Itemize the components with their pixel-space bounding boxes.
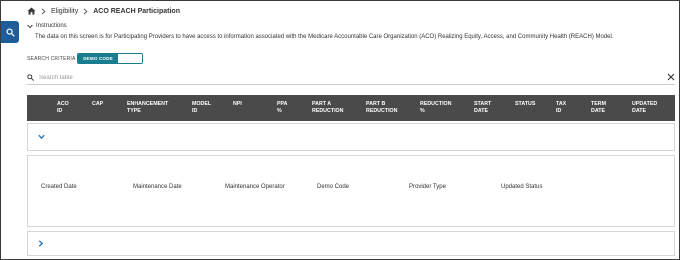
instructions-text: The data on this screen is for Participa…: [35, 34, 614, 40]
column-header-cap[interactable]: CAP: [92, 101, 103, 108]
column-header-updated-date[interactable]: UPDATED DATE: [632, 101, 657, 115]
detail-field-demo-code: Demo Code: [317, 184, 350, 190]
detail-field-maintenance-operator: Maintenance Operator: [225, 184, 285, 190]
column-header-term-date[interactable]: TERM DATE: [591, 101, 606, 115]
column-header-reduction-percent[interactable]: REDUCTION %: [420, 101, 452, 115]
column-header-part-a-reduction[interactable]: PART A REDUCTION: [312, 101, 344, 115]
instructions-label: Instructions: [36, 23, 67, 29]
search-icon: [27, 74, 34, 81]
home-icon[interactable]: [27, 7, 36, 15]
column-header-aco-id[interactable]: ACO ID: [57, 101, 69, 115]
detail-field-provider-type: Provider Type: [409, 184, 446, 190]
detail-field-created-date: Created Date: [41, 184, 77, 190]
column-header-npi[interactable]: NPI: [233, 101, 242, 108]
column-header-model-id[interactable]: MODEL ID: [192, 101, 211, 115]
breadcrumb: Eligibility ACO REACH Participation: [27, 5, 180, 17]
column-header-start-date[interactable]: START DATE: [474, 101, 491, 115]
chevron-right-icon: [83, 7, 88, 15]
demo-code-option[interactable]: DEMO CODE: [78, 54, 118, 63]
row-detail-panel: [27, 155, 675, 227]
detail-field-maintenance-date: Maintenance Date: [133, 184, 182, 190]
side-search-tab[interactable]: [1, 21, 19, 43]
table-header: ACO ID CAP ENHANCEMENT TYPE MODEL ID NPI…: [27, 95, 675, 121]
search-criteria-label: SEARCH CRITERIA: [27, 56, 76, 62]
search-input[interactable]: [39, 74, 539, 81]
chevron-right-icon: [41, 7, 46, 15]
chevron-down-icon[interactable]: [38, 134, 45, 140]
main-content: Eligibility ACO REACH Participation Inst…: [27, 1, 679, 259]
page-frame: Eligibility ACO REACH Participation Inst…: [0, 0, 680, 260]
column-header-part-b-reduction[interactable]: PART B REDUCTION: [366, 101, 398, 115]
column-header-enhancement-type[interactable]: ENHANCEMENT TYPE: [127, 101, 168, 115]
close-icon[interactable]: [667, 73, 675, 81]
chevron-right-icon[interactable]: [38, 240, 44, 247]
table-row: [27, 231, 675, 256]
table-row: [27, 123, 675, 151]
breadcrumb-current-page: ACO REACH Participation: [93, 7, 180, 15]
column-header-ppa[interactable]: PPA %: [277, 101, 288, 115]
search-icon: [5, 27, 15, 37]
column-header-status[interactable]: STATUS: [515, 101, 535, 108]
column-header-tax-id[interactable]: TAX ID: [556, 101, 566, 115]
search-criteria-toggle[interactable]: DEMO CODE: [77, 53, 143, 64]
detail-field-updated-status: Updated Status: [501, 184, 543, 190]
search-bar: [27, 71, 675, 85]
breadcrumb-eligibility[interactable]: Eligibility: [51, 8, 78, 15]
chevron-down-icon: [27, 24, 33, 28]
instructions-toggle[interactable]: Instructions: [27, 23, 67, 29]
toggle-off-segment[interactable]: [118, 54, 142, 63]
